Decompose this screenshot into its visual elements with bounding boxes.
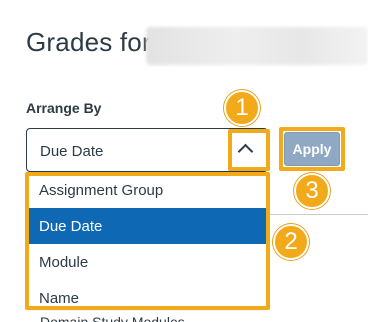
- background-list-text-label: Domain Study Modules: [40, 314, 185, 322]
- callout-number-1: 1: [224, 90, 260, 126]
- page-title: Grades for: [26, 27, 151, 57]
- option-name[interactable]: Name: [28, 280, 266, 316]
- callout-number-3: 3: [294, 173, 330, 209]
- arrange-by-label: Arrange By: [26, 100, 102, 116]
- dropdown-toggle[interactable]: [227, 129, 267, 171]
- arrange-by-select[interactable]: Due Date: [26, 128, 268, 172]
- option-due-date[interactable]: Due Date: [28, 208, 266, 244]
- grades-page: Grades for Arrange By Due Date Apply Ass…: [0, 0, 368, 322]
- arrange-by-options-list: Assignment Group Due Date Module Name: [28, 172, 266, 308]
- background-list-text: Domain Study Modules: [40, 312, 185, 322]
- callout-number-2: 2: [273, 224, 309, 260]
- chevron-up-icon: [237, 143, 254, 160]
- apply-button[interactable]: Apply: [284, 132, 340, 166]
- redacted-student-name: [146, 27, 368, 65]
- option-assignment-group[interactable]: Assignment Group: [28, 172, 266, 208]
- arrange-by-selected-value: Due Date: [40, 143, 104, 160]
- section-divider: [268, 214, 368, 215]
- option-module[interactable]: Module: [28, 244, 266, 280]
